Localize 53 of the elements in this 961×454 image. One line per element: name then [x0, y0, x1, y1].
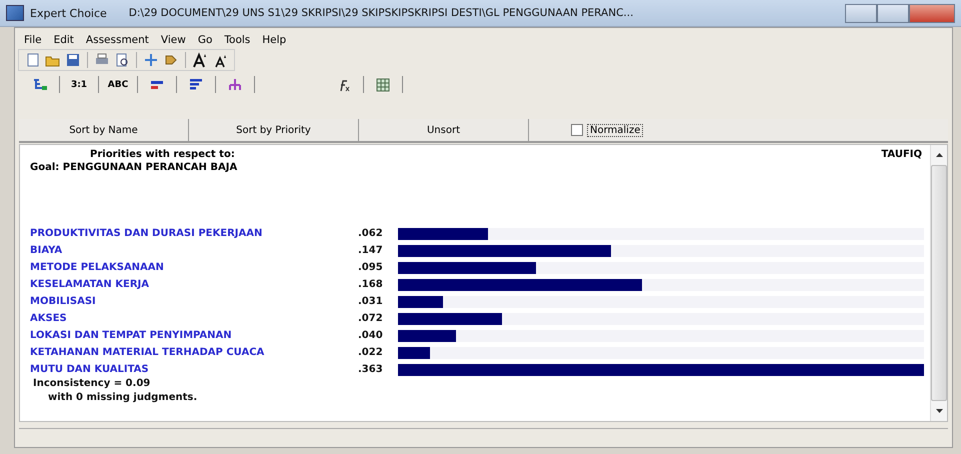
minimize-button[interactable]: [845, 4, 877, 22]
user-name: TAUFIQ: [881, 149, 922, 160]
sorted-bars-icon[interactable]: [188, 76, 204, 92]
priority-value: .072: [358, 313, 384, 324]
menu-item[interactable]: Assessment: [84, 34, 150, 46]
font-larger-icon[interactable]: [192, 52, 208, 68]
criterion-name: MUTU DAN KUALITAS: [30, 364, 150, 375]
priority-value: .040: [358, 330, 384, 341]
close-button[interactable]: [909, 4, 955, 22]
criterion-name: KESELAMATAN KERJA: [30, 279, 150, 290]
hierarchy-icon[interactable]: [227, 76, 243, 92]
maximize-button[interactable]: [877, 4, 909, 22]
normalize-label[interactable]: Normalize: [587, 124, 644, 136]
criterion-name: BIAYA: [30, 245, 64, 256]
app-icon: [6, 5, 24, 21]
tree-icon[interactable]: [32, 76, 48, 92]
normalize-checkbox[interactable]: [571, 124, 583, 136]
priority-value: .147: [358, 245, 384, 256]
criterion-name: LOKASI DAN TEMPAT PENYIMPANAN: [30, 330, 233, 341]
criterion-name: MOBILISASI: [30, 296, 97, 307]
priority-value: .168: [358, 279, 384, 290]
menu-item[interactable]: Help: [261, 34, 288, 46]
priority-value: .062: [358, 228, 384, 239]
scroll-down-icon[interactable]: [936, 409, 942, 413]
app-name: Expert Choice: [30, 6, 107, 20]
priority-value: .095: [358, 262, 384, 273]
scrollbar-thumb[interactable]: [931, 165, 947, 401]
save-icon[interactable]: [65, 52, 81, 68]
goal-label: Goal: PENGGUNAAN PERANCAH BAJA: [30, 162, 238, 173]
view-tab[interactable]: 3:1: [60, 76, 99, 93]
menu-item[interactable]: File: [23, 34, 43, 46]
menu-item[interactable]: Edit: [52, 34, 75, 46]
vertical-scrollbar[interactable]: [930, 145, 947, 421]
priority-value: .363: [358, 364, 384, 375]
criterion-name: PRODUKTIVITAS DAN DURASI PEKERJAAN: [30, 228, 264, 239]
report-heading: Priorities with respect to:: [90, 149, 235, 160]
new-file-icon[interactable]: [25, 52, 41, 68]
criterion-name: KETAHANAN MATERIAL TERHADAP CUACA: [30, 347, 266, 358]
plus-icon[interactable]: [143, 52, 159, 68]
view-tab[interactable]: ABC: [99, 76, 138, 93]
window-title: D:\29 DOCUMENT\29 UNS S1\29 SKRIPSI\29 SKIPSKIPSKRIPSI DESTI\GL PENGGUNAAN PERANC...: [128, 7, 634, 19]
grid-icon[interactable]: [375, 76, 391, 92]
menu-item[interactable]: Tools: [223, 34, 252, 46]
print-preview-icon[interactable]: [114, 52, 130, 68]
menu-item[interactable]: Go: [196, 34, 214, 46]
menu-item[interactable]: View: [160, 34, 187, 46]
criterion-name: METODE PELAKSANAAN: [30, 262, 165, 273]
missing-judgments-text: with 0 missing judgments.: [47, 392, 198, 403]
criterion-name: AKSES: [30, 313, 68, 324]
scroll-up-icon[interactable]: [936, 153, 942, 157]
priority-value: .031: [358, 296, 384, 307]
priority-value: .022: [358, 347, 384, 358]
inconsistency-text: Inconsistency = 0.09: [32, 378, 152, 389]
